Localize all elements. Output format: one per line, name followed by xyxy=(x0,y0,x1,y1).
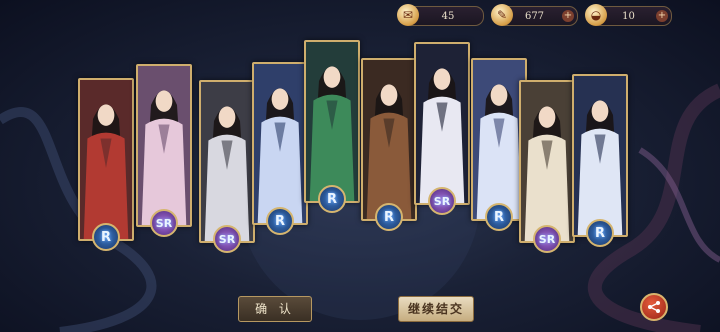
rarity-badge: SR xyxy=(533,225,561,253)
character-portrait xyxy=(254,64,306,223)
rarity-badge: R xyxy=(586,219,614,247)
rarity-badge: R xyxy=(375,203,403,231)
card-bare-chest-swordsman[interactable]: R xyxy=(304,40,360,213)
card-brown-haired-man[interactable]: R xyxy=(361,58,417,231)
character-portrait xyxy=(473,60,525,219)
confirm-button[interactable]: 确 认 xyxy=(238,296,312,322)
character-portrait xyxy=(138,66,190,225)
card-row: R SR SR R R R SR R SR R xyxy=(0,0,720,332)
card-silver-haired-man[interactable]: SR xyxy=(199,80,255,253)
rarity-badge: SR xyxy=(150,209,178,237)
character-portrait xyxy=(521,82,573,241)
card-flower-girl-pink[interactable]: SR xyxy=(136,64,192,237)
character-portrait xyxy=(80,80,132,239)
character-portrait xyxy=(416,44,468,203)
card-warrior-girl-red[interactable]: R xyxy=(78,78,134,251)
rarity-badge: SR xyxy=(213,225,241,253)
rarity-badge: SR xyxy=(428,187,456,215)
rarity-badge: R xyxy=(318,185,346,213)
character-portrait xyxy=(574,76,626,235)
card-girl-blue-robe[interactable]: R xyxy=(252,62,308,235)
rarity-badge: R xyxy=(92,223,120,251)
share-button[interactable] xyxy=(640,293,668,321)
character-portrait xyxy=(363,60,415,219)
share-icon xyxy=(648,301,660,313)
rarity-badge: R xyxy=(266,207,294,235)
character-portrait xyxy=(306,42,358,201)
character-portrait xyxy=(201,82,253,241)
card-girl-hair-ornament[interactable]: SR xyxy=(519,80,575,253)
rarity-badge: R xyxy=(485,203,513,231)
continue-button[interactable]: 继续结交 xyxy=(398,296,474,322)
card-long-black-hair-man[interactable]: SR xyxy=(414,42,470,215)
card-glasses-man[interactable]: R xyxy=(572,74,628,247)
